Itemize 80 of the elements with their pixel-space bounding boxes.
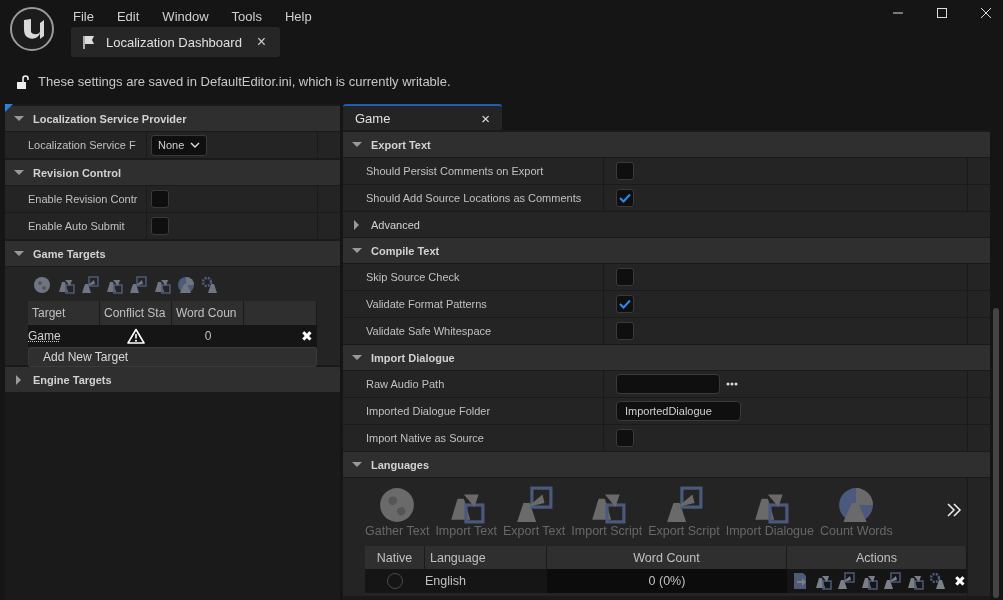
logo-icon: [9, 6, 55, 52]
section-header[interactable]: Languages: [343, 452, 990, 478]
column-header[interactable]: Native: [365, 546, 425, 569]
unlocked-lock-icon: [16, 74, 30, 89]
chevron-down-icon: [190, 142, 201, 148]
close-button[interactable]: ×: [481, 109, 490, 127]
checkbox[interactable]: [151, 217, 169, 235]
menu-item[interactable]: Help: [284, 8, 312, 24]
document-icon[interactable]: [791, 572, 809, 590]
property-label: Localization Service F: [28, 139, 136, 151]
section-header[interactable]: Advanced: [343, 212, 990, 238]
column-header[interactable]: Word Count: [547, 546, 787, 569]
language-name: English: [425, 574, 466, 588]
add-target-button[interactable]: Add New Target: [28, 347, 317, 367]
close-button[interactable]: ×: [252, 33, 270, 51]
corner-marker-icon: [5, 104, 13, 112]
checkbox[interactable]: [616, 295, 634, 313]
column-header[interactable]: Language: [425, 546, 547, 569]
document-tab[interactable]: Localization Dashboard ×: [71, 27, 280, 57]
target-link[interactable]: Game: [28, 329, 61, 343]
globe-icon: [33, 275, 51, 294]
property-label: Skip Source Check: [366, 271, 460, 283]
input-field[interactable]: ImportedDialogue: [616, 401, 741, 421]
dropdown[interactable]: None: [151, 134, 208, 156]
property-label: Validate Safe Whitespace: [366, 325, 492, 337]
export-icon[interactable]: [883, 572, 901, 590]
menu-item[interactable]: Window: [162, 8, 209, 24]
section-header[interactable]: Revision Control: [5, 160, 340, 186]
export-icon: [664, 486, 703, 524]
section-header[interactable]: Import Dialogue: [343, 345, 990, 371]
double-chevron-icon[interactable]: [946, 502, 962, 518]
checkbox[interactable]: [616, 429, 634, 447]
notice-text: These settings are saved in DefaultEditor.ini, which is currently writable.: [38, 74, 451, 89]
ellipsis-icon[interactable]: [726, 382, 738, 386]
column-header[interactable]: Conflict Sta: [100, 301, 172, 325]
column-header[interactable]: Target: [28, 301, 100, 325]
export-icon: [515, 486, 554, 524]
pie-chart-icon: [177, 275, 195, 294]
section-header[interactable]: Compile Text: [343, 238, 990, 264]
section-header[interactable]: Localization Service Provider: [5, 106, 340, 132]
checkbox[interactable]: [616, 268, 634, 286]
checkbox[interactable]: [616, 162, 634, 180]
checkbox[interactable]: [616, 322, 634, 340]
export-icon[interactable]: [837, 572, 855, 590]
checkbox[interactable]: [616, 189, 634, 207]
section-header[interactable]: Export Text: [343, 132, 990, 158]
word-count: 0: [204, 329, 212, 343]
globe-icon: [378, 486, 417, 524]
property-label: Should Add Source Locations as Comments: [366, 192, 582, 204]
property-label: Import Native as Source: [366, 432, 484, 444]
gear-icon[interactable]: [929, 572, 947, 590]
column-header[interactable]: Actions: [787, 546, 967, 569]
input-field[interactable]: [616, 374, 720, 394]
menu-item[interactable]: Tools: [231, 8, 262, 24]
property-label: Imported Dialogue Folder: [366, 405, 491, 417]
menu-item[interactable]: File: [73, 8, 94, 24]
close-icon[interactable]: [980, 7, 992, 19]
word-count: 0 (0%): [547, 569, 787, 593]
remove-button[interactable]: ✖: [954, 573, 966, 589]
table-row[interactable]: English 0 (0%) ✖: [365, 569, 967, 593]
column-header[interactable]: Word Coun: [172, 301, 244, 325]
export-icon: [129, 275, 147, 294]
property-label: Validate Format Patterns: [366, 298, 487, 310]
property-label: Should Persist Comments on Export: [366, 165, 544, 177]
editor-tab[interactable]: Game ×: [343, 104, 502, 130]
scrollbar-thumb[interactable]: [993, 308, 999, 598]
checkbox[interactable]: [151, 190, 169, 208]
export-icon: [81, 275, 99, 294]
gear-icon: [201, 275, 219, 294]
remove-button[interactable]: ✖: [301, 328, 313, 344]
table-row[interactable]: Game 0 ✖: [28, 325, 317, 347]
property-label: Enable Revision Contr: [28, 193, 138, 205]
flag-icon: [81, 34, 97, 50]
property-label: Enable Auto Submit: [28, 220, 125, 232]
section-header[interactable]: Engine Targets: [5, 367, 340, 393]
maximize-icon[interactable]: [936, 7, 948, 19]
section-header[interactable]: Game Targets: [5, 241, 340, 267]
menu-item[interactable]: Edit: [116, 8, 140, 24]
property-label: Raw Audio Path: [366, 378, 445, 390]
pie-chart-icon: [837, 486, 876, 524]
